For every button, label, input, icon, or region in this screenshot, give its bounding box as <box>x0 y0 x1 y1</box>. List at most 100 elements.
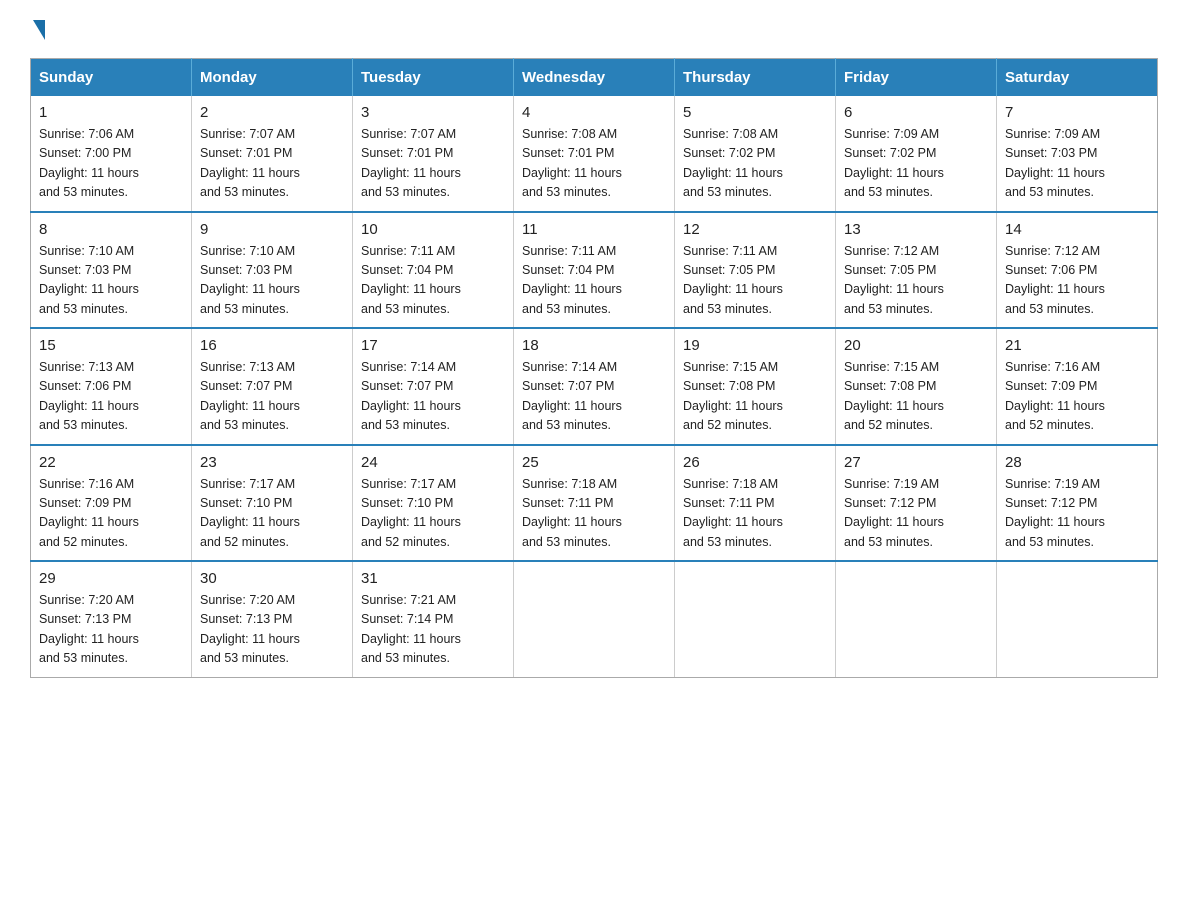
day-number: 27 <box>844 454 988 471</box>
day-info: Sunrise: 7:12 AMSunset: 7:05 PMDaylight:… <box>844 242 988 320</box>
calendar-cell: 30 Sunrise: 7:20 AMSunset: 7:13 PMDayligh… <box>192 561 353 677</box>
day-info: Sunrise: 7:10 AMSunset: 7:03 PMDaylight:… <box>200 242 344 320</box>
calendar-cell: 17 Sunrise: 7:14 AMSunset: 7:07 PMDayligh… <box>353 328 514 445</box>
calendar-cell: 13 Sunrise: 7:12 AMSunset: 7:05 PMDayligh… <box>836 212 997 329</box>
calendar-cell <box>514 561 675 677</box>
day-number: 29 <box>39 570 183 587</box>
day-info: Sunrise: 7:19 AMSunset: 7:12 PMDaylight:… <box>1005 475 1149 553</box>
day-number: 21 <box>1005 337 1149 354</box>
day-number: 16 <box>200 337 344 354</box>
day-info: Sunrise: 7:11 AMSunset: 7:04 PMDaylight:… <box>361 242 505 320</box>
day-info: Sunrise: 7:19 AMSunset: 7:12 PMDaylight:… <box>844 475 988 553</box>
day-number: 30 <box>200 570 344 587</box>
weekday-header-thursday: Thursday <box>675 59 836 97</box>
day-info: Sunrise: 7:08 AMSunset: 7:02 PMDaylight:… <box>683 125 827 203</box>
day-info: Sunrise: 7:20 AMSunset: 7:13 PMDaylight:… <box>39 591 183 669</box>
weekday-header-friday: Friday <box>836 59 997 97</box>
calendar-week-row: 15 Sunrise: 7:13 AMSunset: 7:06 PMDayligh… <box>31 328 1158 445</box>
day-number: 1 <box>39 104 183 121</box>
weekday-header-monday: Monday <box>192 59 353 97</box>
calendar-cell: 22 Sunrise: 7:16 AMSunset: 7:09 PMDayligh… <box>31 445 192 562</box>
weekday-header-wednesday: Wednesday <box>514 59 675 97</box>
day-number: 13 <box>844 221 988 238</box>
day-info: Sunrise: 7:21 AMSunset: 7:14 PMDaylight:… <box>361 591 505 669</box>
calendar-cell: 24Sunrise: 7:17 AMSunset: 7:10 PMDayligh… <box>353 445 514 562</box>
weekday-header-row: SundayMondayTuesdayWednesdayThursdayFrid… <box>31 59 1158 97</box>
day-number: 22 <box>39 454 183 471</box>
day-number: 14 <box>1005 221 1149 238</box>
calendar-table: SundayMondayTuesdayWednesdayThursdayFrid… <box>30 58 1158 678</box>
day-info: Sunrise: 7:09 AMSunset: 7:03 PMDaylight:… <box>1005 125 1149 203</box>
weekday-header-saturday: Saturday <box>997 59 1158 97</box>
calendar-cell: 4 Sunrise: 7:08 AMSunset: 7:01 PMDaylight… <box>514 96 675 212</box>
calendar-cell: 15 Sunrise: 7:13 AMSunset: 7:06 PMDayligh… <box>31 328 192 445</box>
calendar-cell: 14 Sunrise: 7:12 AMSunset: 7:06 PMDayligh… <box>997 212 1158 329</box>
calendar-week-row: 22 Sunrise: 7:16 AMSunset: 7:09 PMDayligh… <box>31 445 1158 562</box>
calendar-cell: 28 Sunrise: 7:19 AMSunset: 7:12 PMDayligh… <box>997 445 1158 562</box>
calendar-cell: 1 Sunrise: 7:06 AMSunset: 7:00 PMDaylight… <box>31 96 192 212</box>
day-info: Sunrise: 7:11 AMSunset: 7:04 PMDaylight:… <box>522 242 666 320</box>
calendar-cell: 2Sunrise: 7:07 AMSunset: 7:01 PMDaylight… <box>192 96 353 212</box>
logo-triangle-icon <box>33 20 45 40</box>
calendar-cell: 7 Sunrise: 7:09 AMSunset: 7:03 PMDaylight… <box>997 96 1158 212</box>
day-number: 24 <box>361 454 505 471</box>
day-number: 18 <box>522 337 666 354</box>
calendar-cell <box>997 561 1158 677</box>
day-number: 4 <box>522 104 666 121</box>
day-number: 20 <box>844 337 988 354</box>
calendar-cell: 31 Sunrise: 7:21 AMSunset: 7:14 PMDayligh… <box>353 561 514 677</box>
day-info: Sunrise: 7:16 AMSunset: 7:09 PMDaylight:… <box>1005 358 1149 436</box>
calendar-cell: 27 Sunrise: 7:19 AMSunset: 7:12 PMDayligh… <box>836 445 997 562</box>
day-info: Sunrise: 7:08 AMSunset: 7:01 PMDaylight:… <box>522 125 666 203</box>
day-info: Sunrise: 7:13 AMSunset: 7:06 PMDaylight:… <box>39 358 183 436</box>
logo <box>30 20 47 38</box>
day-info: Sunrise: 7:14 AMSunset: 7:07 PMDaylight:… <box>361 358 505 436</box>
day-info: Sunrise: 7:20 AMSunset: 7:13 PMDaylight:… <box>200 591 344 669</box>
day-info: Sunrise: 7:07 AMSunset: 7:01 PMDaylight:… <box>361 125 505 203</box>
day-info: Sunrise: 7:15 AMSunset: 7:08 PMDaylight:… <box>844 358 988 436</box>
day-info: Sunrise: 7:07 AMSunset: 7:01 PMDaylight:… <box>200 125 344 203</box>
calendar-cell: 10Sunrise: 7:11 AMSunset: 7:04 PMDayligh… <box>353 212 514 329</box>
day-info: Sunrise: 7:18 AMSunset: 7:11 PMDaylight:… <box>683 475 827 553</box>
calendar-cell: 18 Sunrise: 7:14 AMSunset: 7:07 PMDayligh… <box>514 328 675 445</box>
calendar-week-row: 29 Sunrise: 7:20 AMSunset: 7:13 PMDayligh… <box>31 561 1158 677</box>
calendar-cell: 26Sunrise: 7:18 AMSunset: 7:11 PMDayligh… <box>675 445 836 562</box>
day-number: 23 <box>200 454 344 471</box>
day-number: 17 <box>361 337 505 354</box>
calendar-cell: 29 Sunrise: 7:20 AMSunset: 7:13 PMDayligh… <box>31 561 192 677</box>
day-number: 19 <box>683 337 827 354</box>
calendar-cell: 11Sunrise: 7:11 AMSunset: 7:04 PMDayligh… <box>514 212 675 329</box>
calendar-cell: 8 Sunrise: 7:10 AMSunset: 7:03 PMDaylight… <box>31 212 192 329</box>
calendar-cell <box>675 561 836 677</box>
day-info: Sunrise: 7:13 AMSunset: 7:07 PMDaylight:… <box>200 358 344 436</box>
day-info: Sunrise: 7:17 AMSunset: 7:10 PMDaylight:… <box>200 475 344 553</box>
calendar-cell: 20 Sunrise: 7:15 AMSunset: 7:08 PMDayligh… <box>836 328 997 445</box>
day-number: 7 <box>1005 104 1149 121</box>
calendar-cell: 25 Sunrise: 7:18 AMSunset: 7:11 PMDayligh… <box>514 445 675 562</box>
calendar-cell: 19 Sunrise: 7:15 AMSunset: 7:08 PMDayligh… <box>675 328 836 445</box>
day-info: Sunrise: 7:06 AMSunset: 7:00 PMDaylight:… <box>39 125 183 203</box>
day-info: Sunrise: 7:12 AMSunset: 7:06 PMDaylight:… <box>1005 242 1149 320</box>
day-number: 8 <box>39 221 183 238</box>
day-number: 3 <box>361 104 505 121</box>
page-header <box>30 20 1158 38</box>
day-number: 28 <box>1005 454 1149 471</box>
day-info: Sunrise: 7:16 AMSunset: 7:09 PMDaylight:… <box>39 475 183 553</box>
day-number: 25 <box>522 454 666 471</box>
weekday-header-tuesday: Tuesday <box>353 59 514 97</box>
calendar-cell: 21 Sunrise: 7:16 AMSunset: 7:09 PMDayligh… <box>997 328 1158 445</box>
day-info: Sunrise: 7:14 AMSunset: 7:07 PMDaylight:… <box>522 358 666 436</box>
calendar-cell: 12Sunrise: 7:11 AMSunset: 7:05 PMDayligh… <box>675 212 836 329</box>
logo-text <box>30 20 47 40</box>
day-number: 6 <box>844 104 988 121</box>
calendar-cell: 6 Sunrise: 7:09 AMSunset: 7:02 PMDaylight… <box>836 96 997 212</box>
day-number: 31 <box>361 570 505 587</box>
day-info: Sunrise: 7:18 AMSunset: 7:11 PMDaylight:… <box>522 475 666 553</box>
day-number: 5 <box>683 104 827 121</box>
day-number: 9 <box>200 221 344 238</box>
day-number: 15 <box>39 337 183 354</box>
day-info: Sunrise: 7:10 AMSunset: 7:03 PMDaylight:… <box>39 242 183 320</box>
day-info: Sunrise: 7:15 AMSunset: 7:08 PMDaylight:… <box>683 358 827 436</box>
calendar-week-row: 8 Sunrise: 7:10 AMSunset: 7:03 PMDaylight… <box>31 212 1158 329</box>
day-info: Sunrise: 7:09 AMSunset: 7:02 PMDaylight:… <box>844 125 988 203</box>
